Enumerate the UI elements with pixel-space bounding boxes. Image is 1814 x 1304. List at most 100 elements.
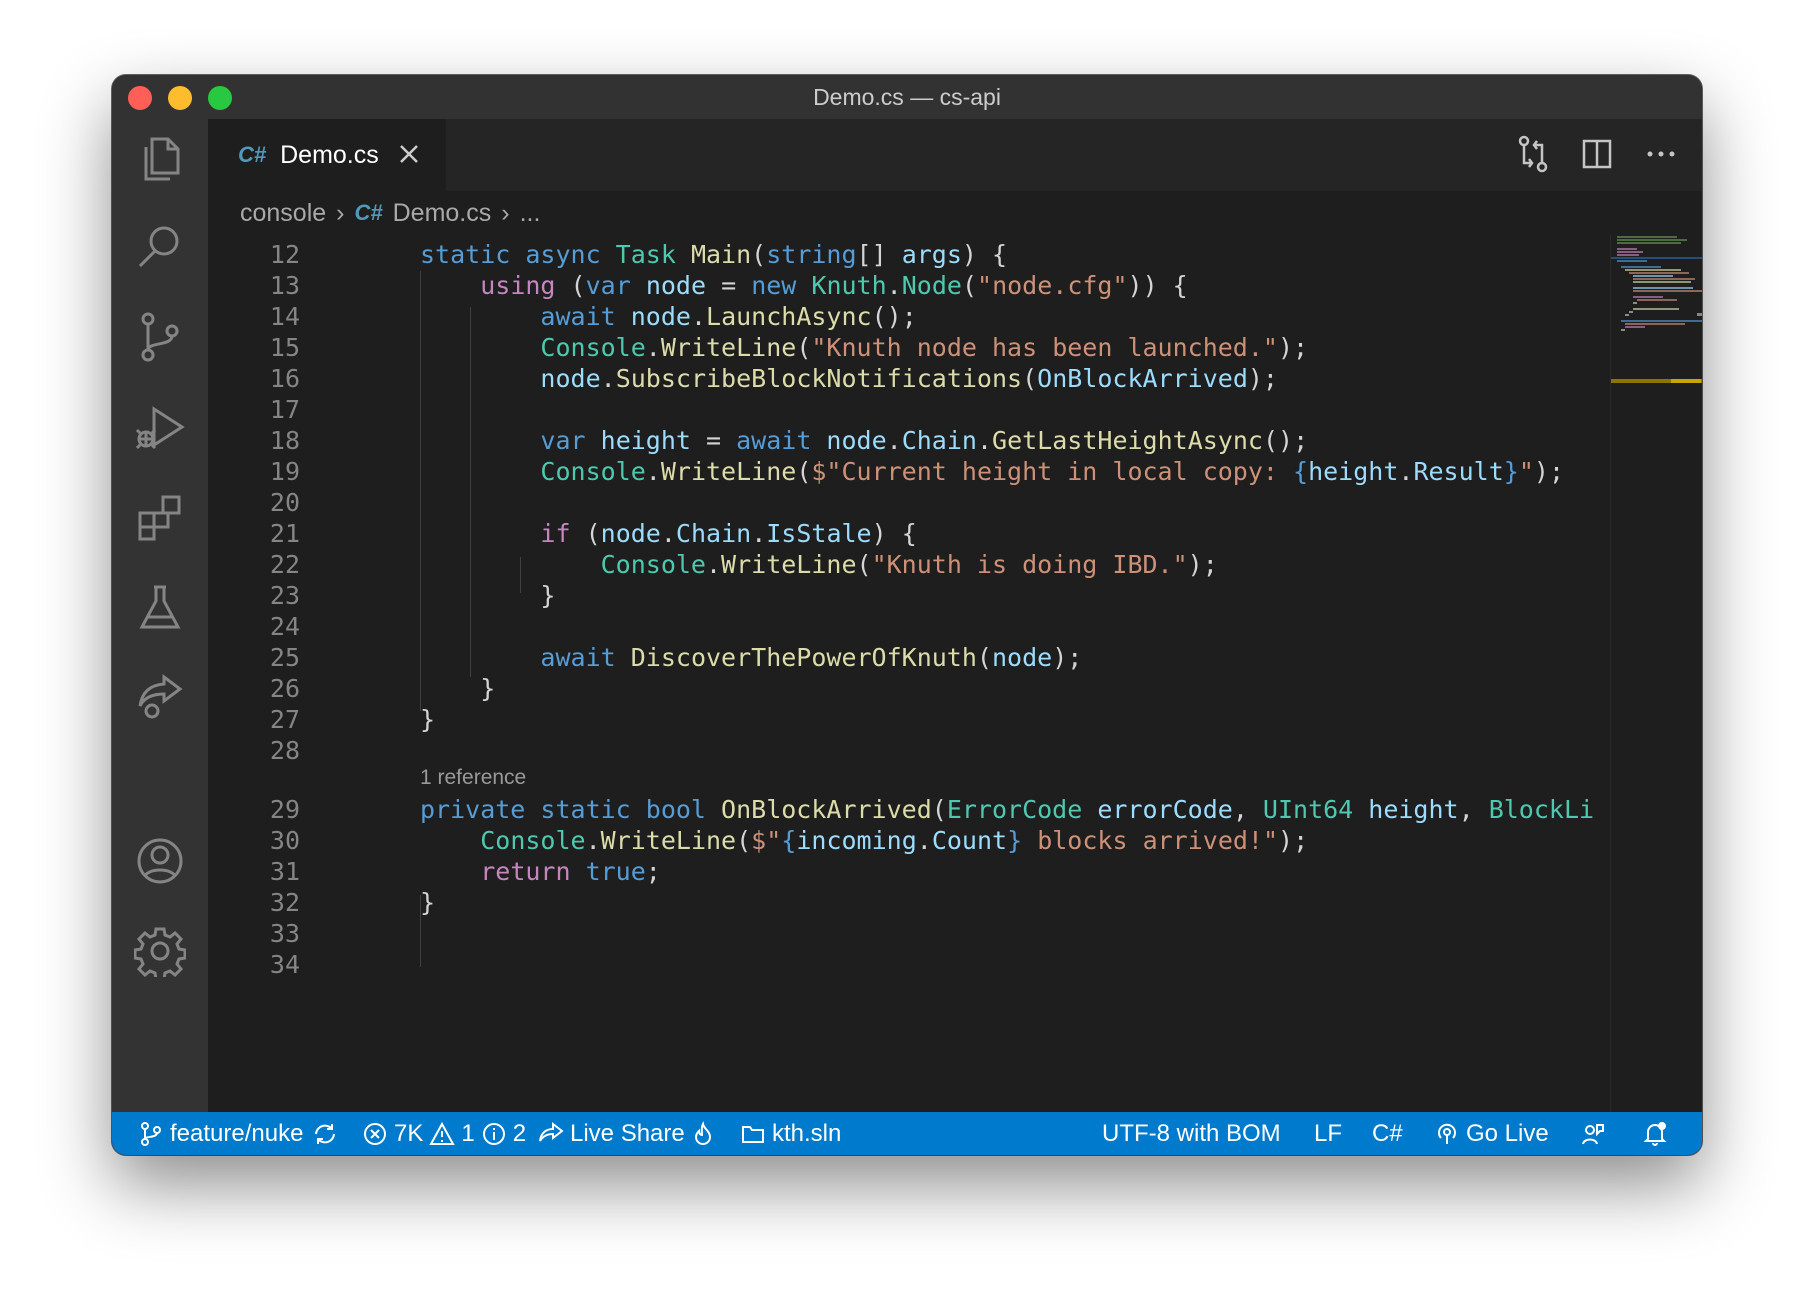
testing-icon[interactable] (134, 581, 186, 633)
code-token: ); (1247, 364, 1278, 393)
flame-icon[interactable] (690, 1112, 716, 1155)
maximize-window-button[interactable] (208, 86, 232, 110)
code-token: [] (856, 240, 902, 269)
minimap[interactable] (1610, 235, 1702, 1112)
source-control-icon[interactable] (134, 311, 186, 363)
code-token: ( (751, 240, 767, 269)
code-token: } (1007, 826, 1023, 855)
breadcrumb-folder[interactable]: console (240, 199, 326, 228)
notifications-bell-icon[interactable] (1642, 1112, 1668, 1155)
code-token: WriteLine (600, 826, 737, 855)
code-editor[interactable]: 1 reference 12 static async Task Main(str… (208, 235, 1610, 1112)
code-token: ( (796, 333, 812, 362)
error-icon (364, 1122, 386, 1145)
csharp-file-icon: C# (238, 142, 267, 167)
code-token: . (645, 333, 661, 362)
code-token: . (600, 364, 616, 393)
search-icon[interactable] (134, 221, 186, 273)
minimize-window-button[interactable] (168, 86, 192, 110)
split-editor-icon[interactable] (1576, 133, 1618, 175)
sync-icon[interactable] (312, 1112, 338, 1155)
code-token: = (706, 271, 752, 300)
code-token: GetLastHeightAsync (992, 426, 1263, 455)
error-count: 7K (394, 1119, 424, 1147)
breadcrumb-more[interactable]: ... (520, 199, 541, 228)
code-token: $"Current height in local copy: (811, 457, 1294, 486)
csharp-file-icon: C# (354, 200, 383, 225)
code-token: } (1503, 457, 1519, 486)
codelens-references[interactable]: 1 reference (420, 766, 526, 790)
account-icon[interactable] (134, 835, 186, 887)
code-token: await (540, 302, 631, 331)
code-token: (); (1262, 426, 1309, 455)
settings-gear-icon[interactable] (133, 925, 187, 981)
breadcrumb: console › C# Demo.cs › ... (208, 191, 1702, 235)
code-token: async (525, 240, 616, 269)
tab-demo-cs[interactable]: C# Demo.cs (208, 119, 446, 191)
code-token: } (420, 888, 436, 917)
eol-status[interactable]: LF (1314, 1112, 1342, 1155)
folder-icon (742, 1125, 764, 1143)
code-token: , (1232, 795, 1263, 824)
close-tab-icon[interactable] (392, 137, 426, 171)
go-live-status[interactable]: Go Live (1434, 1112, 1549, 1155)
problems-status[interactable]: 7K 1 2 (362, 1112, 526, 1155)
code-token: . (886, 271, 902, 300)
live-share-label: Live Share (570, 1119, 685, 1147)
code-text: } (420, 578, 555, 614)
code-token: static (540, 795, 646, 824)
open-changes-icon[interactable] (1512, 133, 1554, 175)
breadcrumb-file[interactable]: Demo.cs (393, 199, 492, 228)
git-branch-status[interactable]: feature/nuke (138, 1112, 303, 1155)
solution-status[interactable]: kth.sln (740, 1112, 841, 1155)
more-actions-icon[interactable] (1640, 133, 1682, 175)
info-icon (482, 1122, 505, 1145)
code-token: static (420, 240, 526, 269)
code-token: . (886, 426, 902, 455)
code-token: } (420, 581, 556, 610)
code-token: $" (751, 826, 782, 855)
code-token: IsStale (766, 519, 872, 548)
language-label: C# (1372, 1119, 1403, 1147)
code-token: ) { (961, 240, 1008, 269)
code-token: string (766, 240, 857, 269)
code-text: } (420, 885, 435, 921)
feedback-icon[interactable] (1580, 1112, 1606, 1155)
live-share-icon[interactable] (134, 671, 186, 723)
code-token: ( (931, 795, 947, 824)
eol-label: LF (1314, 1119, 1343, 1147)
code-token: LaunchAsync (706, 302, 872, 331)
files-icon[interactable] (134, 133, 186, 185)
code-token: true (585, 857, 646, 886)
code-token: Node (901, 271, 962, 300)
code-token: )) { (1127, 271, 1188, 300)
line-number: 34 (269, 950, 300, 979)
code-token: OnBlockArrived (1037, 364, 1248, 393)
code-token: WriteLine (660, 457, 797, 486)
code-token: ( (1022, 364, 1038, 393)
code-token: ); (1187, 550, 1218, 579)
live-share-status[interactable]: Live Share (538, 1112, 685, 1155)
code-token: node (540, 364, 601, 393)
code-token: SubscribeBlockNotifications (615, 364, 1023, 393)
language-status[interactable]: C# (1372, 1112, 1403, 1155)
code-token: node (991, 643, 1053, 672)
code-token: ; (645, 857, 661, 886)
encoding-status[interactable]: UTF-8 with BOM (1102, 1112, 1281, 1155)
code-token: if (540, 519, 586, 548)
code-token: ( (570, 271, 586, 300)
code-token: BlockLi (1488, 795, 1595, 824)
run-debug-icon[interactable] (134, 401, 186, 453)
code-token: ( (736, 826, 752, 855)
extensions-icon[interactable] (134, 491, 186, 543)
code-token: Chain (901, 426, 977, 455)
close-window-button[interactable] (128, 86, 152, 110)
